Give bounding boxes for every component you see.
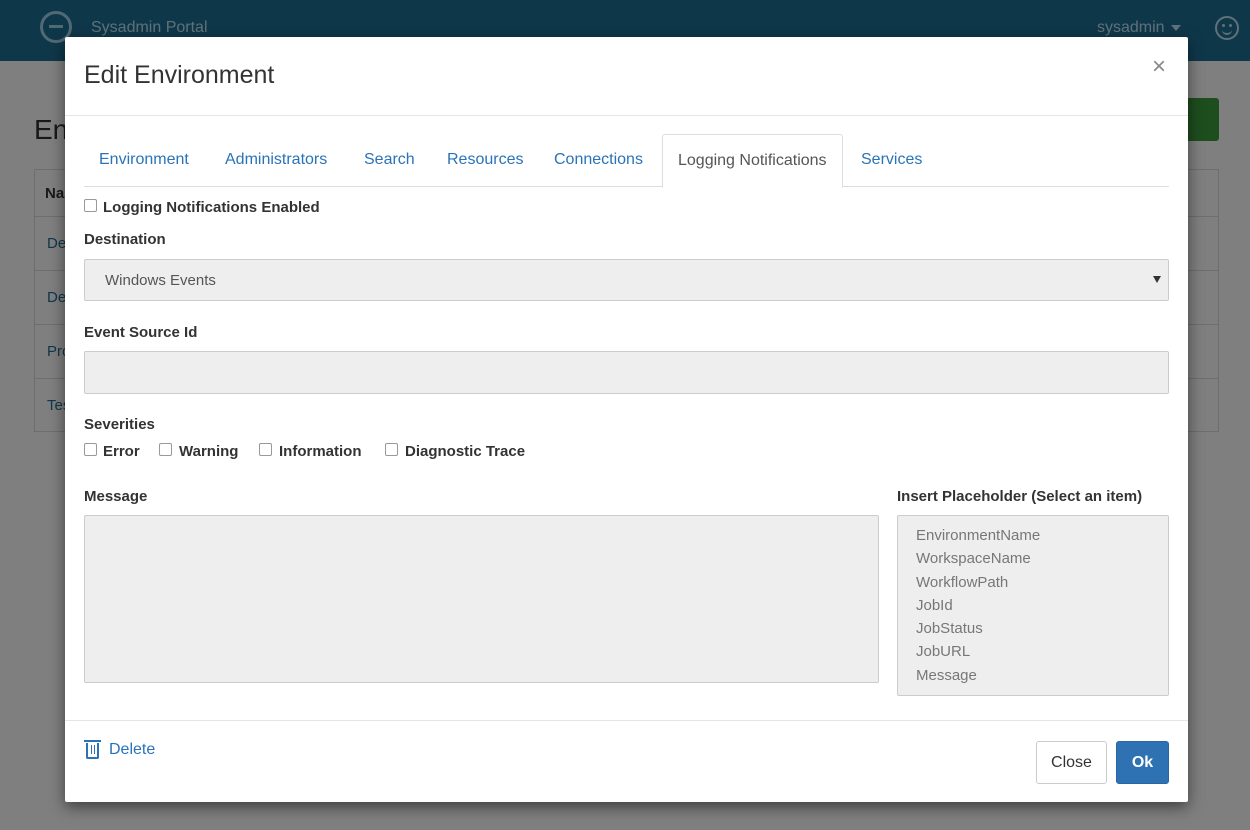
close-button[interactable]: Close: [1036, 741, 1107, 784]
tab-services[interactable]: Services: [846, 134, 937, 187]
ok-button[interactable]: Ok: [1116, 741, 1169, 784]
severities-label: Severities: [84, 416, 155, 433]
severity-diagnostic-trace-label: Diagnostic Trace: [405, 443, 526, 460]
modal-footer: Delete Close Ok: [65, 720, 1188, 802]
placeholder-option[interactable]: JobURL: [916, 643, 970, 660]
destination-select[interactable]: Windows Events: [84, 259, 1169, 301]
placeholder-option[interactable]: WorkflowPath: [916, 574, 1008, 591]
severity-diagnostic-trace-checkbox[interactable]: [385, 443, 398, 456]
chevron-down-icon: [1153, 276, 1161, 283]
tab-resources[interactable]: Resources: [432, 134, 538, 187]
logging-enabled-checkbox[interactable]: [84, 199, 97, 212]
close-icon[interactable]: ×: [1152, 55, 1166, 79]
placeholder-option[interactable]: EnvironmentName: [916, 527, 1040, 544]
logging-enabled-label: Logging Notifications Enabled: [103, 199, 320, 216]
trash-icon: [84, 740, 101, 759]
severity-error-checkbox[interactable]: [84, 443, 97, 456]
event-source-input[interactable]: [84, 351, 1169, 394]
severity-warning-label: Warning: [179, 443, 239, 460]
tab-search[interactable]: Search: [349, 134, 430, 187]
modal-title: Edit Environment: [84, 61, 275, 89]
edit-environment-modal: Edit Environment × Environment Administr…: [65, 37, 1188, 802]
placeholder-option[interactable]: JobId: [916, 597, 953, 614]
severity-error-label: Error: [103, 443, 140, 460]
tab-environment[interactable]: Environment: [84, 134, 204, 187]
event-source-label: Event Source Id: [84, 324, 198, 341]
insert-placeholder-label: Insert Placeholder (Select an item): [897, 488, 1143, 505]
message-textarea[interactable]: [84, 515, 879, 683]
tab-connections[interactable]: Connections: [539, 134, 658, 187]
message-label: Message: [84, 488, 148, 505]
severity-information-label: Information: [279, 443, 362, 460]
severity-information-checkbox[interactable]: [259, 443, 272, 456]
placeholder-listbox[interactable]: EnvironmentName WorkspaceName WorkflowPa…: [897, 515, 1169, 696]
severity-warning-checkbox[interactable]: [159, 443, 172, 456]
tab-administrators[interactable]: Administrators: [210, 134, 342, 187]
placeholder-option[interactable]: Message: [916, 667, 977, 684]
destination-label: Destination: [84, 231, 166, 248]
modal-header: Edit Environment ×: [65, 37, 1188, 116]
tab-bar: Environment Administrators Search Resour…: [84, 134, 1169, 188]
tab-logging-notifications[interactable]: Logging Notifications: [662, 134, 843, 188]
delete-label: Delete: [109, 741, 156, 758]
destination-value: Windows Events: [105, 272, 216, 289]
placeholder-option[interactable]: WorkspaceName: [916, 550, 1031, 567]
placeholder-option[interactable]: JobStatus: [916, 620, 983, 637]
